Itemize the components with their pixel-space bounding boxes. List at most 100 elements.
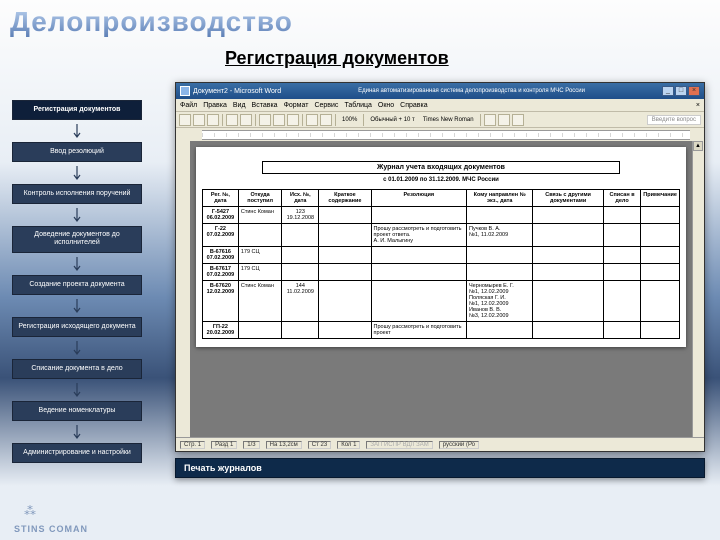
table-cell: [467, 247, 533, 264]
redo-icon[interactable]: [320, 114, 332, 126]
table-cell: [641, 247, 680, 264]
open-icon[interactable]: [193, 114, 205, 126]
nav-registration-docs[interactable]: Регистрация документов: [12, 100, 142, 120]
cut-icon[interactable]: [259, 114, 271, 126]
menu-service[interactable]: Сервис: [314, 102, 338, 109]
register-table: Рег. №, датаОткуда поступилИсх. №, датаК…: [202, 189, 680, 339]
table-cell: [641, 264, 680, 281]
table-cell: Черномырев Е. Г.№1, 12.02.2009Поляская Г…: [467, 281, 533, 322]
table-cell: Стинс Коман: [238, 281, 282, 322]
status-lang: русский (Ро: [439, 441, 479, 449]
undo-icon[interactable]: [306, 114, 318, 126]
menu-view[interactable]: Вид: [233, 102, 246, 109]
nav-create-draft[interactable]: Создание проекта документа: [12, 275, 142, 295]
style-box[interactable]: Обычный + 10 т: [370, 117, 414, 123]
menu-file[interactable]: Файл: [180, 102, 197, 109]
nav-control-exec[interactable]: Контроль исполнения поручений: [12, 184, 142, 204]
table-cell: Стинс Коман: [238, 207, 282, 224]
col-header: Рег. №, дата: [203, 190, 239, 207]
table-cell: [319, 281, 371, 322]
table-cell: 179 СЦ: [238, 247, 282, 264]
section-title: Регистрация документов: [225, 48, 449, 69]
nav-reg-outgoing[interactable]: Регистрация исходящего документа: [12, 317, 142, 337]
max-button[interactable]: □: [675, 86, 687, 96]
table-cell: ГП-2220.02.2009: [203, 322, 239, 339]
italic-icon[interactable]: [498, 114, 510, 126]
table-cell: В-6761707.02.2009: [203, 264, 239, 281]
zoom-value[interactable]: 100%: [342, 117, 357, 123]
nav-nomenclature[interactable]: Ведение номенклатуры: [12, 401, 142, 421]
new-icon[interactable]: [179, 114, 191, 126]
caption-bar: Печать журналов: [175, 458, 705, 478]
table-cell: [641, 207, 680, 224]
scroll-up-icon[interactable]: ▲: [693, 141, 703, 151]
table-cell: [467, 322, 533, 339]
menu-format[interactable]: Формат: [284, 102, 309, 109]
page: Журнал учета входящих документов с 01.01…: [196, 147, 686, 347]
table-cell: Прошу рассмотреть и подготовить проект о…: [371, 224, 466, 247]
nav-writeoff[interactable]: Списание документа в дело: [12, 359, 142, 379]
table-cell: [467, 264, 533, 281]
table-cell: Пучков В. А.№1, 11.02.2009: [467, 224, 533, 247]
close-button[interactable]: ×: [688, 86, 700, 96]
menu-edit[interactable]: Правка: [203, 102, 227, 109]
table-cell: [238, 224, 282, 247]
table-row: В-6761707.02.2009179 СЦ: [203, 264, 680, 281]
menu-close-icon[interactable]: ×: [696, 102, 700, 109]
table-cell: [467, 207, 533, 224]
window-title: Документ2 - Microsoft Word: [193, 88, 281, 95]
scrollbar-vertical[interactable]: ▲: [692, 141, 704, 437]
table-cell: [533, 207, 603, 224]
table-cell: 12319.12.2008: [282, 207, 319, 224]
table-cell: [641, 224, 680, 247]
bold-icon[interactable]: [484, 114, 496, 126]
font-box[interactable]: Times New Roman: [423, 117, 474, 123]
table-cell: [319, 224, 371, 247]
print-icon[interactable]: [226, 114, 238, 126]
table-cell: [603, 322, 640, 339]
preview-icon[interactable]: [240, 114, 252, 126]
col-header: Откуда поступил: [238, 190, 282, 207]
arrow-down-icon: [12, 253, 142, 275]
table-cell: [641, 281, 680, 322]
table-cell: [603, 264, 640, 281]
table-cell: [319, 247, 371, 264]
arrow-down-icon: [12, 379, 142, 401]
table-cell: [371, 247, 466, 264]
status-at: На 13,2см: [266, 441, 302, 449]
nav-column: Регистрация документов Ввод резолюций Ко…: [12, 100, 142, 463]
word-window: Документ2 - Microsoft Word Единая автома…: [175, 82, 705, 452]
table-row: Г-2207.02.2009Прошу рассмотреть и подгот…: [203, 224, 680, 247]
table-cell: Г-542706.02.2009: [203, 207, 239, 224]
save-icon[interactable]: [207, 114, 219, 126]
copy-icon[interactable]: [273, 114, 285, 126]
arrow-down-icon: [12, 120, 142, 142]
menu-table[interactable]: Таблица: [344, 102, 371, 109]
table-cell: В-6762012.02.2009: [203, 281, 239, 322]
menu-help[interactable]: Справка: [400, 102, 427, 109]
menubar: Файл Правка Вид Вставка Формат Сервис Та…: [176, 99, 704, 112]
ruler[interactable]: [202, 130, 690, 140]
min-button[interactable]: _: [662, 86, 674, 96]
table-cell: [533, 281, 603, 322]
nav-deliver-docs[interactable]: Доведение документов до исполнителей: [12, 226, 142, 253]
table-cell: [603, 247, 640, 264]
nav-resolutions[interactable]: Ввод резолюций: [12, 142, 142, 162]
underline-icon[interactable]: [512, 114, 524, 126]
help-input[interactable]: Введите вопрос: [647, 115, 701, 125]
table-cell: [282, 264, 319, 281]
menu-window[interactable]: Окно: [378, 102, 394, 109]
table-cell: [533, 224, 603, 247]
word-icon: [180, 86, 190, 96]
col-header: Примечание: [641, 190, 680, 207]
table-cell: [371, 207, 466, 224]
arrow-down-icon: [12, 162, 142, 184]
table-cell: [282, 322, 319, 339]
brand-label: STINS COMAN: [14, 524, 88, 534]
nav-admin[interactable]: Администрирование и настройки: [12, 443, 142, 463]
paste-icon[interactable]: [287, 114, 299, 126]
menu-insert[interactable]: Вставка: [252, 102, 278, 109]
arrow-down-icon: [12, 337, 142, 359]
table-row: В-6762012.02.2009Стинс Коман14411.02.200…: [203, 281, 680, 322]
table-cell: [603, 224, 640, 247]
